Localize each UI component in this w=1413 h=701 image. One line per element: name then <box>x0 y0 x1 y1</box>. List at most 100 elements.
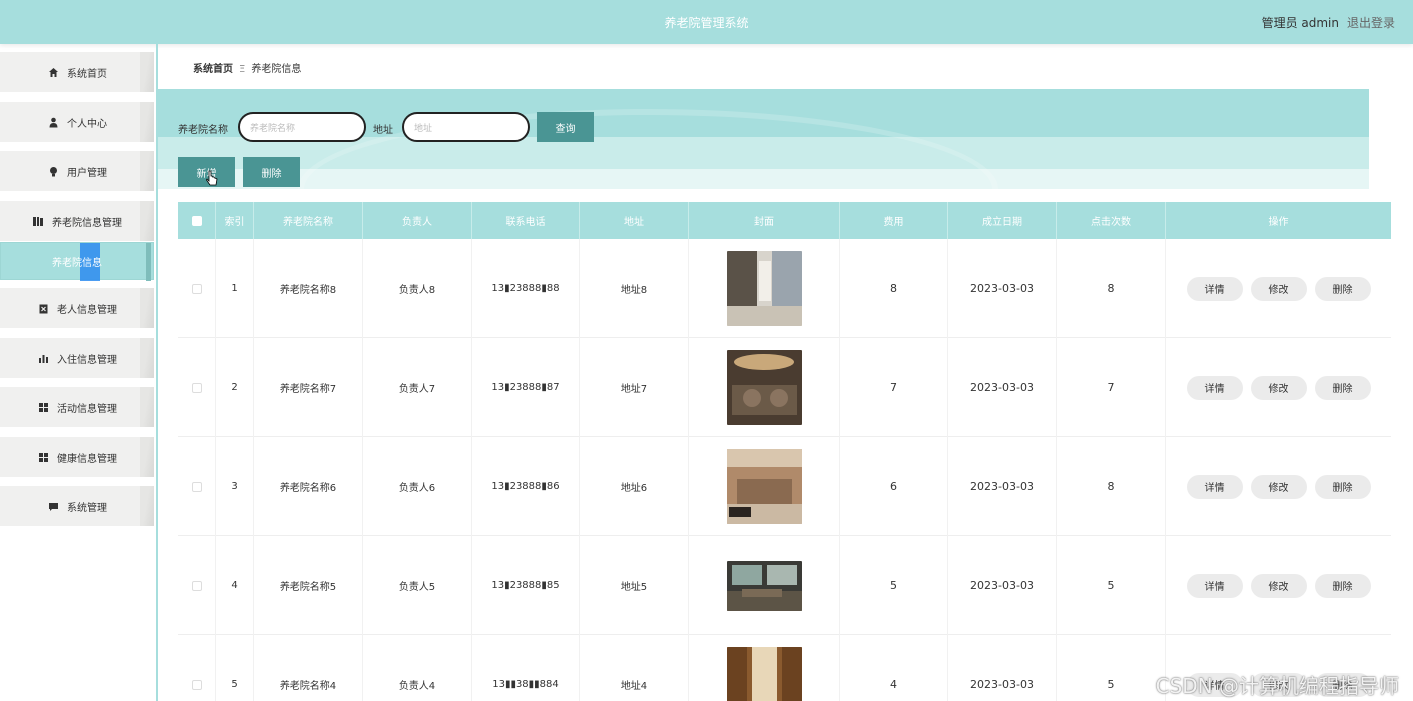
delete-button[interactable]: 删除 <box>1314 573 1371 598</box>
sidebar-item-label: 个人中心 <box>67 118 107 130</box>
cell-index: 3 <box>216 437 254 536</box>
table-row: 4 养老院名称5 负责人5 13▮23888▮85 地址5 5 2023-03-… <box>178 536 1391 635</box>
sidebar-item-checkin[interactable]: 入住信息管理 <box>0 338 154 378</box>
cell-phone: 13▮▮38▮▮884 <box>472 635 580 701</box>
detail-button[interactable]: 详情 <box>1186 573 1243 598</box>
breadcrumb-separator: Ξ <box>239 64 246 75</box>
cell-date: 2023-03-03 <box>948 338 1057 437</box>
top-bar: 养老院管理系统 管理员 admin 退出登录 <box>0 0 1413 44</box>
sidebar-item-home[interactable]: 系统首页 <box>0 52 154 92</box>
cell-manager: 负责人5 <box>363 536 472 635</box>
name-search-input[interactable]: 养老院名称 <box>238 112 366 142</box>
row-checkbox[interactable] <box>191 679 202 690</box>
detail-button[interactable]: 详情 <box>1186 375 1243 400</box>
column-header: 地址 <box>580 202 689 239</box>
breadcrumb-current: 养老院信息 <box>251 64 302 75</box>
sidebar-item-label: 入住信息管理 <box>57 354 117 366</box>
row-checkbox[interactable] <box>191 382 202 393</box>
cell-phone: 13▮23888▮88 <box>472 239 580 338</box>
cell-manager: 负责人7 <box>363 338 472 437</box>
edit-button[interactable]: 修改 <box>1250 276 1307 301</box>
breadcrumb-home[interactable]: 系统首页 <box>193 64 233 75</box>
sidebar-item-label: 用户管理 <box>67 167 107 179</box>
sidebar-item-system[interactable]: 系统管理 <box>0 486 154 526</box>
sidebar-item-elderly[interactable]: 老人信息管理 <box>0 288 154 328</box>
edit-button[interactable]: 修改 <box>1250 474 1307 499</box>
detail-button[interactable]: 详情 <box>1186 474 1243 499</box>
cell-manager: 负责人8 <box>363 239 472 338</box>
person-icon <box>47 116 59 128</box>
name-label: 养老院名称 <box>178 125 228 136</box>
select-all-checkbox[interactable] <box>191 215 202 226</box>
sidebar-item-profile[interactable]: 个人中心 <box>0 102 154 142</box>
row-checkbox[interactable] <box>191 580 202 591</box>
cell-address: 地址8 <box>580 239 689 338</box>
delete-button[interactable]: 删除 <box>1314 375 1371 400</box>
message-icon <box>47 500 59 512</box>
logout-link[interactable]: 退出登录 <box>1347 14 1395 31</box>
table-row: 1 养老院名称8 负责人8 13▮23888▮88 地址8 8 2023-03-… <box>178 239 1391 338</box>
cell-address: 地址6 <box>580 437 689 536</box>
cell-address: 地址5 <box>580 536 689 635</box>
batch-delete-button[interactable]: 删除 <box>243 157 300 187</box>
sidebar-item-label: 老人信息管理 <box>57 304 117 316</box>
column-header: 养老院名称 <box>254 202 363 239</box>
cell-clicks: 7 <box>1057 338 1166 437</box>
sidebar-item-activities[interactable]: 活动信息管理 <box>0 387 154 427</box>
cell-phone: 13▮23888▮85 <box>472 536 580 635</box>
delete-button[interactable]: 删除 <box>1314 276 1371 301</box>
row-checkbox[interactable] <box>191 283 202 294</box>
edit-button[interactable]: 修改 <box>1250 375 1307 400</box>
cell-clicks: 8 <box>1057 437 1166 536</box>
sidebar-item-health[interactable]: 健康信息管理 <box>0 437 154 477</box>
cell-index: 1 <box>216 239 254 338</box>
cell-fee: 5 <box>840 536 948 635</box>
column-header: 联系电话 <box>472 202 580 239</box>
cell-date: 2023-03-03 <box>948 239 1057 338</box>
sidebar-item-label: 活动信息管理 <box>57 403 117 415</box>
cell-name: 养老院名称7 <box>254 338 363 437</box>
column-header: 负责人 <box>363 202 472 239</box>
table-row: 3 养老院名称6 负责人6 13▮23888▮86 地址6 6 2023-03-… <box>178 437 1391 536</box>
detail-button[interactable]: 详情 <box>1186 276 1243 301</box>
cell-manager: 负责人4 <box>363 635 472 701</box>
current-user: 管理员 admin <box>1261 16 1339 30</box>
cover-image <box>726 251 802 326</box>
query-button[interactable]: 查询 <box>537 112 594 142</box>
cell-clicks: 5 <box>1057 536 1166 635</box>
cell-fee: 8 <box>840 239 948 338</box>
sidebar-item-label: 系统管理 <box>67 502 107 514</box>
sidebar-item-label: 养老院信息管理 <box>52 217 122 229</box>
sidebar-item-label: 健康信息管理 <box>57 453 117 465</box>
cell-name: 养老院名称6 <box>254 437 363 536</box>
cell-clicks: 5 <box>1057 635 1166 701</box>
sidebar-item-nursing-home-mgmt[interactable]: 养老院信息管理 <box>0 201 154 241</box>
sidebar-subitem-nursing-home-info[interactable]: 养老院信息 <box>0 242 154 281</box>
breadcrumb: 系统首页 Ξ 养老院信息 <box>193 60 301 75</box>
column-header: 索引 <box>216 202 254 239</box>
table-header: 索引 养老院名称 负责人 联系电话 地址 封面 费用 成立日期 点击次数 操作 <box>178 202 1391 239</box>
mouse-cursor-icon <box>206 170 218 186</box>
select-all-cell <box>178 202 216 239</box>
sidebar-item-users[interactable]: 用户管理 <box>0 151 154 191</box>
home-icon <box>47 66 59 78</box>
app-title: 养老院管理系统 <box>664 16 749 30</box>
cell-phone: 13▮23888▮87 <box>472 338 580 437</box>
address-search-input[interactable]: 地址 <box>402 112 530 142</box>
address-label: 地址 <box>373 125 393 136</box>
cell-date: 2023-03-03 <box>948 536 1057 635</box>
bar-chart-icon <box>37 352 49 364</box>
cover-image <box>726 647 802 701</box>
cell-fee: 7 <box>840 338 948 437</box>
cell-address: 地址4 <box>580 635 689 701</box>
delete-button[interactable]: 删除 <box>1314 474 1371 499</box>
grid-icon <box>37 451 49 463</box>
cell-name: 养老院名称4 <box>254 635 363 701</box>
column-header: 费用 <box>840 202 948 239</box>
book-icon <box>32 215 44 227</box>
cell-clicks: 8 <box>1057 239 1166 338</box>
edit-button[interactable]: 修改 <box>1250 573 1307 598</box>
cell-name: 养老院名称5 <box>254 536 363 635</box>
grid-icon <box>37 401 49 413</box>
row-checkbox[interactable] <box>191 481 202 492</box>
